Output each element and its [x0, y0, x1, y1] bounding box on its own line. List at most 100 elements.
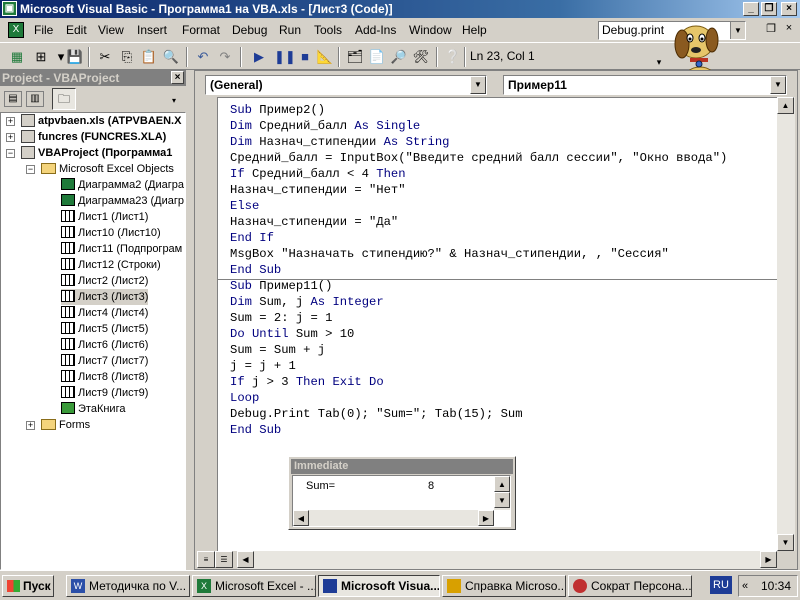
- mdi-restore-button[interactable]: ❐: [764, 22, 778, 36]
- help-icon[interactable]: ❔: [444, 48, 462, 66]
- properties-icon[interactable]: 📄: [368, 48, 386, 66]
- code-line[interactable]: j = j + 1: [230, 358, 296, 374]
- excel-doc-icon[interactable]: X: [8, 22, 24, 38]
- scroll-right-icon[interactable]: ▶: [478, 510, 494, 526]
- procedure-combo[interactable]: Пример11 ▼: [503, 75, 787, 95]
- task-visual-basic[interactable]: Microsoft Visua...: [318, 575, 440, 597]
- menu-view[interactable]: View: [98, 23, 124, 37]
- menu-window[interactable]: Window: [409, 23, 452, 37]
- design-mode-icon[interactable]: 📐: [316, 48, 334, 66]
- code-line[interactable]: End Sub: [230, 422, 281, 438]
- immediate-title[interactable]: Immediate: [291, 459, 513, 474]
- expand-icon[interactable]: +: [26, 421, 35, 430]
- project-explorer-icon[interactable]: 🗂: [346, 48, 364, 66]
- collapse-icon[interactable]: −: [6, 149, 15, 158]
- cut-icon[interactable]: ✂: [96, 48, 114, 66]
- code-line[interactable]: Средний_балл = InputBox("Введите средний…: [230, 150, 727, 166]
- reset-icon[interactable]: ■: [296, 48, 314, 66]
- task-word[interactable]: W Методичка по V...: [66, 575, 190, 597]
- scroll-right-icon[interactable]: ▶: [760, 551, 777, 568]
- code-horizontal-scrollbar[interactable]: ◀ ▶: [237, 551, 777, 569]
- tree-node-excel-objects[interactable]: Microsoft Excel Objects: [41, 161, 174, 177]
- tree-node-sheet3-selected[interactable]: Лист3 (Лист3): [61, 289, 149, 305]
- task-socrat[interactable]: Сократ Персона...: [568, 575, 692, 597]
- paste-icon[interactable]: 📋: [140, 48, 158, 66]
- immediate-output[interactable]: Sum= 8 ▲ ▼ ◀ ▶: [292, 475, 511, 527]
- code-line[interactable]: End If: [230, 230, 274, 246]
- menu-insert[interactable]: Insert: [137, 23, 167, 37]
- code-line[interactable]: Dim Sum, j As Integer: [230, 294, 384, 310]
- menu-debug[interactable]: Debug: [232, 23, 267, 37]
- tree-node-sheet7[interactable]: Лист7 (Лист7): [61, 353, 148, 369]
- find-icon[interactable]: 🔍: [162, 48, 180, 66]
- code-line[interactable]: Dim Средний_балл As Single: [230, 118, 420, 134]
- immediate-window[interactable]: Immediate Sum= 8 ▲ ▼ ◀ ▶: [288, 456, 516, 530]
- expand-icon[interactable]: +: [6, 133, 15, 142]
- close-icon[interactable]: ×: [171, 71, 184, 84]
- project-explorer-title[interactable]: Project - VBAProject ×: [0, 70, 186, 86]
- break-icon[interactable]: ❚❚: [274, 48, 296, 66]
- tree-node-chart23[interactable]: Диаграмма23 (Диагр: [61, 193, 184, 209]
- maximize-button[interactable]: ❐: [761, 2, 777, 16]
- immediate-vertical-scrollbar[interactable]: ▲ ▼: [494, 476, 510, 510]
- tree-node-thisworkbook[interactable]: ЭтаКнига: [61, 401, 125, 417]
- expand-icon[interactable]: +: [6, 117, 15, 126]
- code-line[interactable]: Loop: [230, 390, 259, 406]
- tree-node-sheet12[interactable]: Лист12 (Строки): [61, 257, 161, 273]
- code-line[interactable]: Do Until Sum > 10: [230, 326, 354, 342]
- toolbox-icon[interactable]: 🛠: [412, 48, 430, 66]
- project-tree[interactable]: + atpvbaen.xls (ATPVBAEN.X + funcres (FU…: [0, 112, 186, 570]
- tree-node-sheet1[interactable]: Лист1 (Лист1): [61, 209, 148, 225]
- tree-node-chart2[interactable]: Диаграмма2 (Диагра: [61, 177, 184, 193]
- code-line[interactable]: Sum = 2: j = 1: [230, 310, 332, 326]
- collapse-icon[interactable]: −: [26, 165, 35, 174]
- menu-edit[interactable]: Edit: [66, 23, 87, 37]
- redo-icon[interactable]: ↷: [216, 48, 234, 66]
- menu-run[interactable]: Run: [279, 23, 301, 37]
- tree-node-sheet8[interactable]: Лист8 (Лист8): [61, 369, 148, 385]
- code-line[interactable]: Sub Пример11(): [230, 278, 332, 294]
- view-object-icon[interactable]: ▥: [26, 91, 44, 107]
- code-line[interactable]: If j > 3 Then Exit Do: [230, 374, 384, 390]
- minimize-button[interactable]: _: [743, 2, 759, 16]
- tree-node-sheet11[interactable]: Лист11 (Подпрограм: [61, 241, 182, 257]
- menu-tools[interactable]: Tools: [314, 23, 342, 37]
- start-button[interactable]: Пуск: [2, 575, 54, 597]
- code-line[interactable]: Debug.Print Tab(0); "Sum="; Tab(15); Sum: [230, 406, 523, 422]
- tray-arrow-icon[interactable]: «: [742, 576, 748, 596]
- procedure-view-icon[interactable]: ≡: [197, 551, 215, 568]
- code-margin[interactable]: [197, 97, 217, 551]
- code-line[interactable]: End Sub: [230, 262, 281, 278]
- run-icon[interactable]: ▶: [250, 48, 268, 66]
- object-combo[interactable]: (General) ▼: [205, 75, 487, 95]
- scroll-up-icon[interactable]: ▲: [777, 97, 794, 114]
- clock[interactable]: 10:34: [761, 576, 791, 596]
- task-excel[interactable]: X Microsoft Excel - ...: [192, 575, 316, 597]
- code-line[interactable]: If Средний_балл < 4 Then: [230, 166, 406, 182]
- menu-file[interactable]: File: [34, 23, 53, 37]
- object-browser-icon[interactable]: 🔎: [390, 48, 408, 66]
- code-line[interactable]: Назнач_стипендии = "Да": [230, 214, 398, 230]
- tree-node-sheet2[interactable]: Лист2 (Лист2): [61, 273, 148, 289]
- menu-add-ins[interactable]: Add-Ins: [355, 23, 396, 37]
- scroll-down-icon[interactable]: ▼: [777, 534, 794, 551]
- menu-format[interactable]: Format: [182, 23, 220, 37]
- view-code-icon[interactable]: ▤: [4, 91, 22, 107]
- code-line[interactable]: Назнач_стипендии = "Нет": [230, 182, 406, 198]
- scroll-left-icon[interactable]: ◀: [293, 510, 309, 526]
- scroll-up-icon[interactable]: ▲: [494, 476, 510, 492]
- tree-node-sheet6[interactable]: Лист6 (Лист6): [61, 337, 148, 353]
- task-help[interactable]: Справка Microso...: [442, 575, 566, 597]
- full-module-view-icon[interactable]: ☰: [215, 551, 233, 568]
- immediate-horizontal-scrollbar[interactable]: ◀ ▶: [293, 510, 494, 526]
- tree-node-sheet5[interactable]: Лист5 (Лист5): [61, 321, 148, 337]
- menu-help[interactable]: Help: [462, 23, 487, 37]
- view-excel-icon[interactable]: ▦: [8, 48, 26, 66]
- copy-icon[interactable]: ⎘: [118, 48, 136, 66]
- code-line[interactable]: MsgBox "Назначать стипендию?" & Назнач_с…: [230, 246, 669, 262]
- undo-icon[interactable]: ↶: [194, 48, 212, 66]
- code-line[interactable]: Else: [230, 198, 259, 214]
- code-line[interactable]: Sub Пример2(): [230, 102, 325, 118]
- tree-node-atpvbaen[interactable]: atpvbaen.xls (ATPVBAEN.X: [21, 113, 181, 129]
- scroll-left-icon[interactable]: ◀: [237, 551, 254, 568]
